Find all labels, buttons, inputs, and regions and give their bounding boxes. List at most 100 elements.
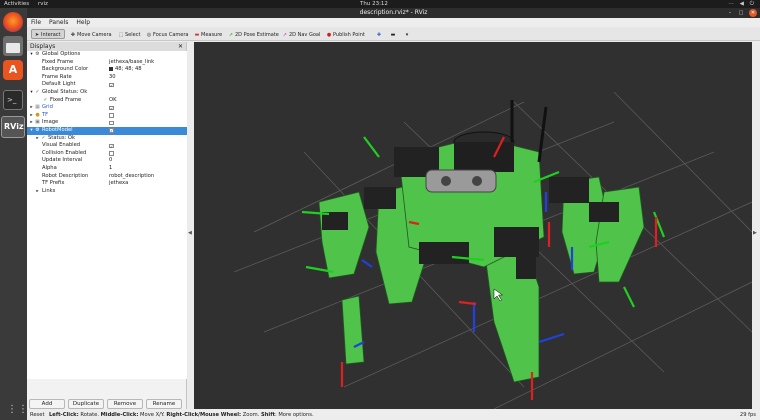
activities-button[interactable]: Activities — [4, 0, 29, 8]
tree-row-robot-description[interactable]: Robot Description robot_description — [27, 173, 187, 181]
robot-model-checkbox[interactable]: ✓ — [109, 128, 114, 133]
gear-icon: ⚙ — [35, 51, 40, 57]
collapse-right-icon[interactable]: ▶ — [753, 230, 757, 236]
measure-tool-button[interactable]: ▬ Measure — [191, 29, 223, 39]
rename-button[interactable]: Rename — [146, 399, 182, 409]
software-icon[interactable]: A — [3, 60, 23, 80]
tree-row-global-options[interactable]: ▾ ⚙ Global Options — [27, 51, 187, 59]
servo — [494, 227, 539, 257]
tree-row-background-color[interactable]: Background Color 48; 48; 48 — [27, 66, 187, 74]
dropdown-icon: ▾ — [405, 32, 409, 38]
menu-file[interactable]: File — [31, 19, 41, 26]
visual-enabled-checkbox[interactable]: ✓ — [109, 143, 114, 149]
apps-grid-icon[interactable]: ⋮⋮⋮ — [3, 402, 39, 420]
close-icon[interactable]: ✕ — [749, 9, 757, 17]
tool-bar: ➤ Interact ✥ Move Camera ⬚ Select ◎ Focus Ca… — [27, 27, 760, 41]
robot-icon: ⚙ — [35, 126, 40, 133]
files-icon[interactable] — [3, 36, 23, 56]
ruler-icon: ▬ — [194, 32, 200, 38]
displays-buttons: Add Duplicate Remove Rename — [27, 399, 187, 409]
tree-row-visual-enabled[interactable]: Visual Enabled ✓ — [27, 142, 187, 150]
displays-panel-header: Displays ✕ — [27, 42, 186, 51]
minimize-icon[interactable]: – — [726, 9, 734, 17]
system-tray-icons[interactable]: ⋯ ◀ ⏻ — [728, 0, 756, 8]
right-splitter[interactable]: ▶ — [752, 42, 760, 409]
antenna — [537, 106, 548, 163]
tree-row-grid[interactable]: ▸ ▦ Grid ✓ — [27, 104, 187, 112]
tree-row-global-status[interactable]: ▾ ✓ Global Status: Ok — [27, 89, 187, 97]
expand-arrow-icon[interactable]: ▸ — [29, 119, 34, 127]
tree-row-tf[interactable]: ▸ ● TF — [27, 112, 187, 120]
maximize-icon[interactable]: □ — [737, 9, 745, 17]
grid-checkbox[interactable]: ✓ — [109, 105, 114, 111]
tree-row-tf-prefix[interactable]: TF Prefix jethexa — [27, 180, 187, 188]
add-button[interactable]: Add — [29, 399, 65, 409]
move-camera-tool-button[interactable]: ✥ Move Camera — [67, 29, 113, 39]
tf-icon: ● — [35, 111, 40, 118]
displays-panel: Displays ✕ ▾ ⚙ Global Options Fixed Frame j… — [27, 42, 187, 409]
tree-row-update-interval[interactable]: Update Interval 0 — [27, 157, 187, 165]
terminal-icon[interactable]: >_ — [3, 90, 23, 110]
image-checkbox[interactable] — [109, 120, 114, 126]
check-icon: ✓ — [43, 96, 48, 103]
tree-row-links[interactable]: ▸ Links — [27, 188, 187, 196]
publish-point-tool-button[interactable]: ● Publish Point — [323, 29, 367, 39]
default-light-checkbox[interactable]: ✓ — [109, 82, 114, 88]
servo — [419, 242, 469, 264]
firefox-icon[interactable] — [3, 12, 23, 32]
expand-arrow-icon[interactable]: ▸ — [35, 188, 40, 196]
remove-tool-button[interactable]: ▬ — [387, 29, 399, 39]
remove-button[interactable]: Remove — [107, 399, 143, 409]
cursor-icon: ➤ — [34, 32, 40, 38]
axis — [623, 286, 635, 308]
menu-bar: File Panels Help — [27, 18, 760, 27]
color-swatch — [109, 66, 113, 71]
pose-estimate-tool-button[interactable]: ➚ 2D Pose Estimate — [225, 29, 279, 39]
pink-arrow-icon: ➚ — [282, 32, 288, 38]
tree-row-image[interactable]: ▸ ▣ Image — [27, 119, 187, 127]
menu-panels[interactable]: Panels — [49, 19, 68, 26]
interact-tool-button[interactable]: ➤ Interact — [31, 29, 65, 39]
3d-viewport[interactable] — [194, 42, 752, 409]
displays-tree[interactable]: ▾ ⚙ Global Options Fixed Frame jethexa/base… — [27, 51, 187, 379]
servo — [516, 257, 536, 279]
tool-properties-button[interactable]: ▾ — [401, 29, 413, 39]
tree-row-frame-rate[interactable]: Frame Rate 30 — [27, 74, 187, 82]
collapse-arrow-icon[interactable]: ▾ — [29, 51, 34, 59]
expand-arrow-icon[interactable]: ▸ — [35, 135, 40, 143]
axis — [361, 259, 373, 268]
collapse-arrow-icon[interactable]: ▾ — [29, 89, 34, 97]
tree-row-robot-model[interactable]: ▾ ⚙ RobotModel ✓ — [27, 126, 187, 135]
collapse-left-icon[interactable]: ◀ — [188, 230, 192, 236]
status-bar: Reset Left-Click: Rotate. Middle-Click: … — [27, 411, 760, 420]
servo — [589, 202, 619, 222]
tree-row-alpha[interactable]: Alpha 1 — [27, 165, 187, 173]
window-titlebar[interactable]: description.rviz* - RViz – □ ✕ — [27, 8, 760, 18]
focus-camera-tool-button[interactable]: ◎ Focus Camera — [143, 29, 189, 39]
clock[interactable]: Thu 23:12 — [360, 0, 388, 8]
add-tool-button[interactable]: ✚ — [373, 29, 385, 39]
tree-row-fixed-frame[interactable]: Fixed Frame jethexa/base_link — [27, 59, 187, 67]
mouse-hint: Left-Click: Rotate. Middle-Click: Move X… — [49, 412, 314, 418]
tf-checkbox[interactable] — [109, 113, 114, 118]
reset-button[interactable]: Reset — [30, 411, 45, 420]
dock: A >_ RViz ⋮⋮⋮ — [0, 8, 39, 420]
app-menu[interactable]: rviz — [38, 0, 48, 8]
expand-arrow-icon[interactable]: ▸ — [29, 104, 34, 112]
tree-row-rm-status[interactable]: ▸ ✓ Status: Ok — [27, 135, 187, 143]
collision-enabled-checkbox[interactable] — [109, 151, 114, 156]
tree-row-default-light[interactable]: Default Light ✓ — [27, 81, 187, 89]
check-icon: ✓ — [41, 134, 46, 141]
panel-close-icon[interactable]: ✕ — [178, 42, 183, 51]
nav-goal-tool-button[interactable]: ➚ 2D Nav Goal — [279, 29, 321, 39]
select-tool-button[interactable]: ⬚ Select — [115, 29, 141, 39]
tree-row-status-fixed-frame[interactable]: ✓ Fixed Frame OK — [27, 97, 187, 105]
menu-help[interactable]: Help — [76, 19, 90, 26]
plus-icon: ✚ — [376, 32, 382, 38]
duplicate-button[interactable]: Duplicate — [68, 399, 104, 409]
rviz-icon[interactable]: RViz — [1, 116, 25, 138]
expand-arrow-icon[interactable]: ▸ — [29, 112, 34, 120]
left-splitter[interactable]: ◀ — [187, 42, 194, 409]
tree-row-collision-enabled[interactable]: Collision Enabled — [27, 150, 187, 158]
collapse-arrow-icon[interactable]: ▾ — [29, 127, 34, 135]
